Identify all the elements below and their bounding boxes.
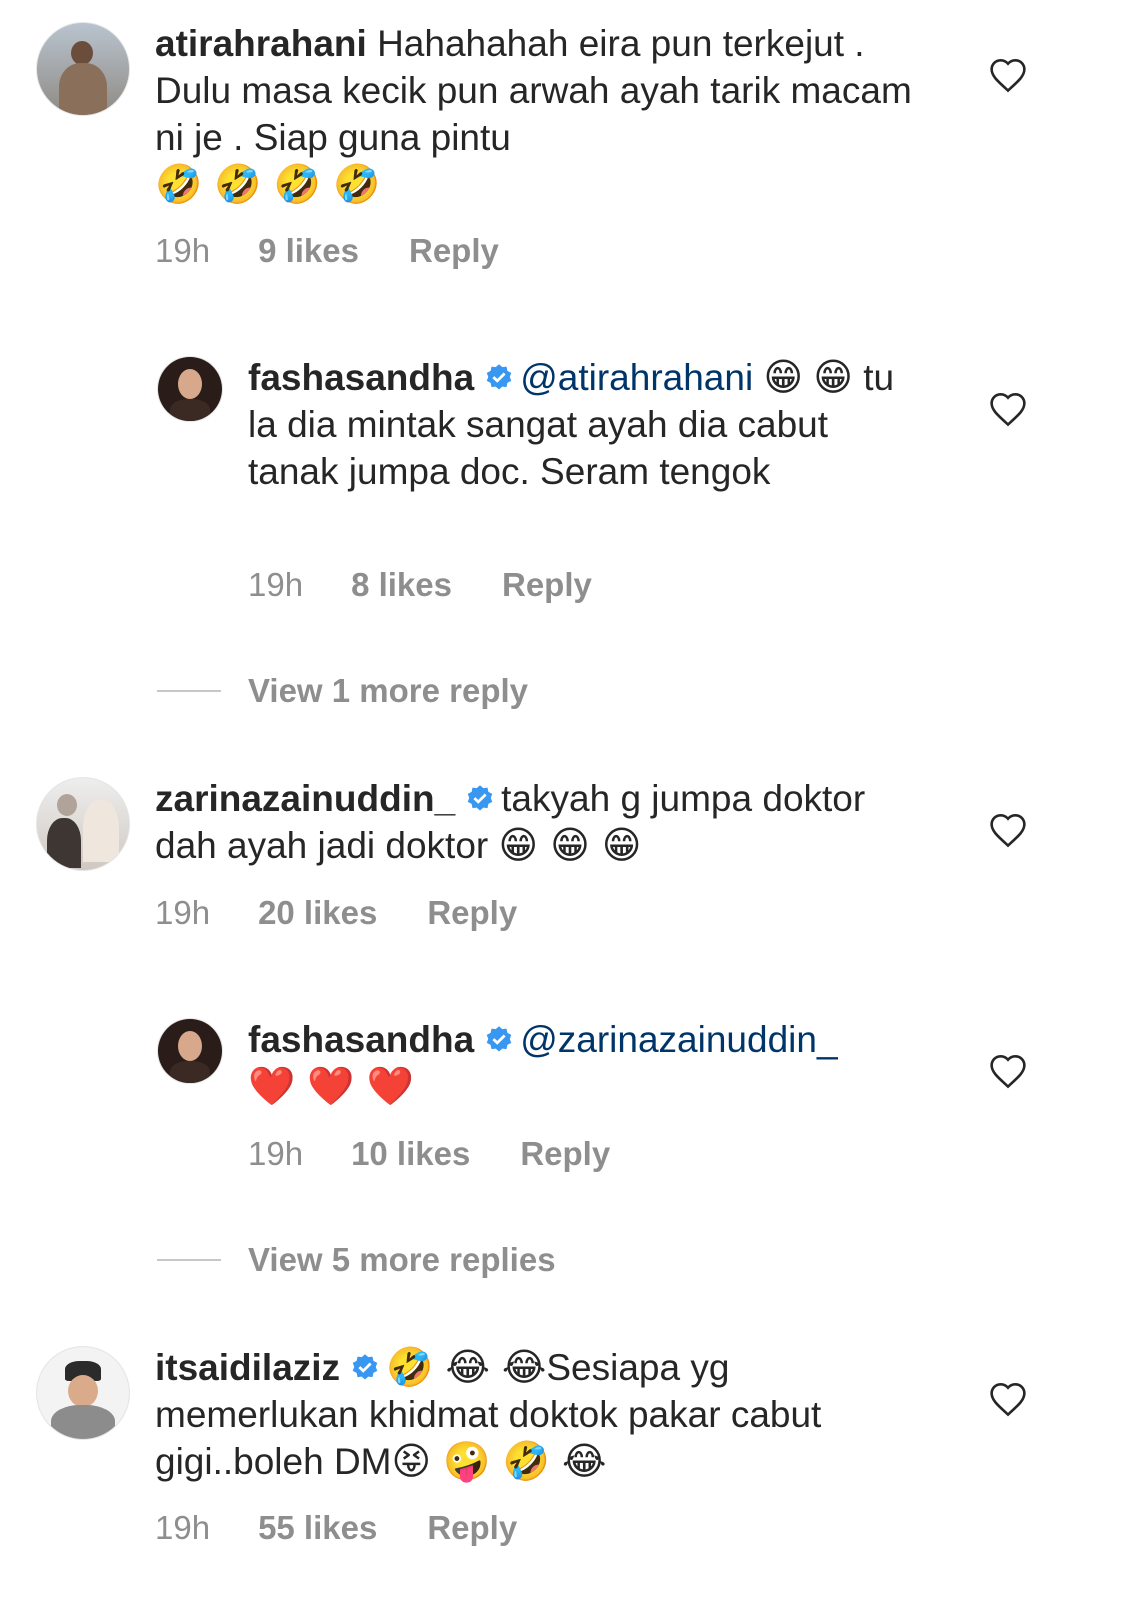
emoji-row: 😝 🤪 🤣 😂 [391, 1439, 607, 1483]
heart-icon[interactable] [988, 1381, 1028, 1417]
username[interactable]: fashasandha [248, 1019, 474, 1060]
emoji-row: 😁 😁 😁 [498, 823, 642, 867]
heart-icon[interactable] [988, 57, 1028, 93]
avatar[interactable] [157, 356, 223, 422]
username[interactable]: atirahrahani [155, 23, 367, 64]
comment-body: fashasandha @zarinazainuddin_ ❤️ ❤️ ❤️ [248, 1016, 938, 1110]
avatar[interactable] [36, 1346, 130, 1440]
divider-line [157, 690, 221, 692]
timestamp: 19h [248, 566, 304, 603]
view-more-replies-button[interactable]: View 1 more reply [248, 672, 528, 710]
divider-line [157, 1259, 221, 1261]
verified-badge-icon [467, 785, 493, 811]
likes-count[interactable]: 10 likes [351, 1135, 470, 1173]
emoji-row: 🤣 😂 😂 [386, 1345, 547, 1389]
verified-badge-icon [486, 364, 512, 390]
comment-meta: 19h 8 likes Reply [248, 566, 592, 604]
username[interactable]: itsaidilaziz [155, 1347, 340, 1388]
likes-count[interactable]: 55 likes [258, 1509, 377, 1547]
avatar[interactable] [36, 777, 130, 871]
username[interactable]: fashasandha [248, 357, 474, 398]
timestamp: 19h [155, 1509, 211, 1546]
comment-meta: 19h 20 likes Reply [155, 894, 517, 932]
mention-link[interactable]: @zarinazainuddin_ [520, 1019, 837, 1060]
comment-body: zarinazainuddin_ takyah g jumpa doktor da… [155, 775, 925, 869]
reply-button[interactable]: Reply [502, 566, 592, 604]
timestamp: 19h [155, 232, 211, 269]
comment-body: fashasandha @atirahrahani 😁 😁 tu la dia m… [248, 354, 918, 495]
comment-body: itsaidilaziz 🤣 😂 😂Sesiapa yg memerlukan k… [155, 1344, 935, 1485]
reply-button[interactable]: Reply [427, 894, 517, 932]
emoji-row: 🤣 🤣 🤣 🤣 [155, 162, 381, 206]
heart-icon[interactable] [988, 812, 1028, 848]
likes-count[interactable]: 9 likes [258, 232, 359, 270]
reply-button[interactable]: Reply [427, 1509, 517, 1547]
emoji: 😁 [763, 355, 804, 399]
comment-meta: 19h 10 likes Reply [248, 1135, 610, 1173]
likes-count[interactable]: 8 likes [351, 566, 452, 604]
timestamp: 19h [248, 1135, 304, 1172]
avatar[interactable] [157, 1018, 223, 1084]
comment-meta: 19h 9 likes Reply [155, 232, 499, 270]
emoji: 😁 [813, 355, 853, 399]
emoji-row: ❤️ ❤️ ❤️ [248, 1064, 415, 1108]
verified-badge-icon [352, 1354, 378, 1380]
likes-count[interactable]: 20 likes [258, 894, 377, 932]
view-more-replies-button[interactable]: View 5 more replies [248, 1241, 556, 1279]
comment-meta: 19h 55 likes Reply [155, 1509, 517, 1547]
heart-icon[interactable] [988, 391, 1028, 427]
username[interactable]: zarinazainuddin_ [155, 778, 455, 819]
heart-icon[interactable] [988, 1053, 1028, 1089]
verified-badge-icon [486, 1026, 512, 1052]
avatar[interactable] [36, 22, 130, 116]
reply-button[interactable]: Reply [409, 232, 499, 270]
comment-body: atirahrahani Hahahahah eira pun terkejut… [155, 20, 925, 208]
reply-button[interactable]: Reply [520, 1135, 610, 1173]
mention-link[interactable]: @atirahrahani [520, 357, 753, 398]
timestamp: 19h [155, 894, 211, 931]
